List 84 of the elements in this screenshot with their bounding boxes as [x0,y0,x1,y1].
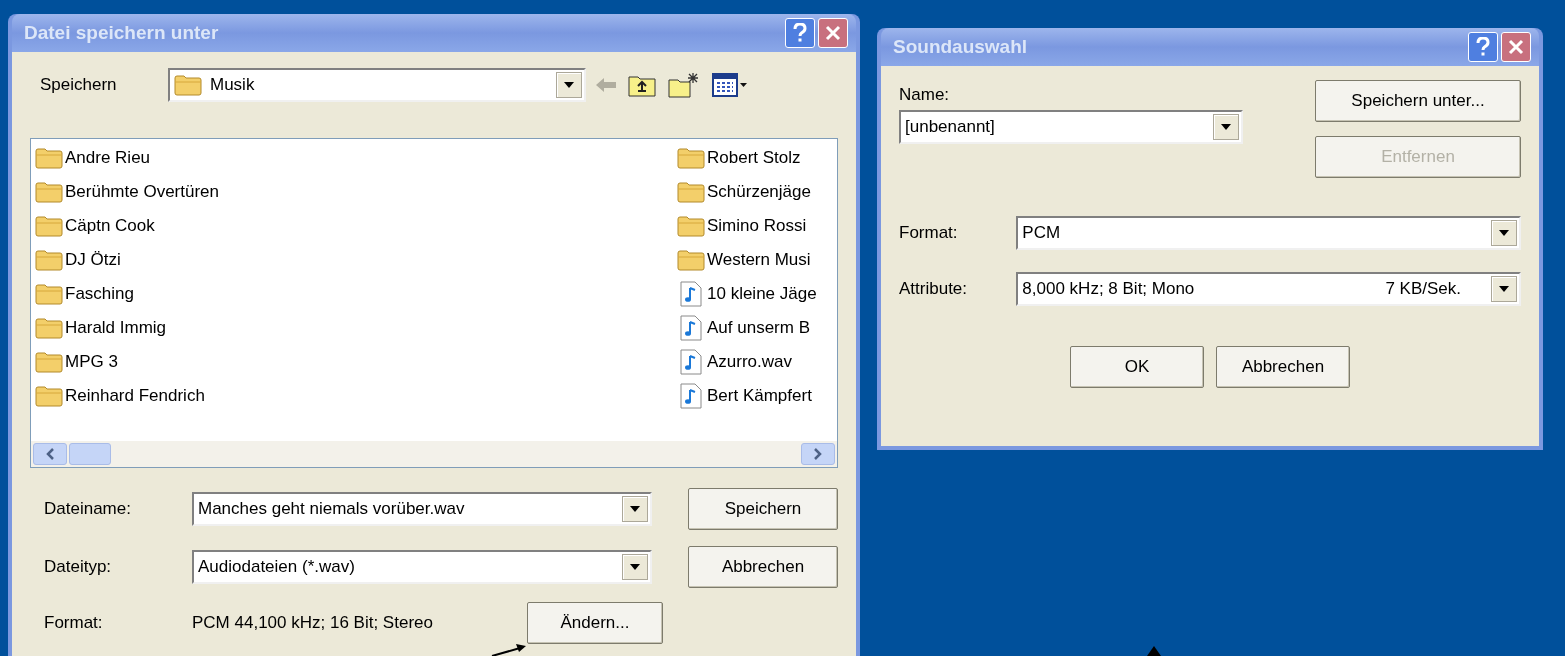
change-button[interactable]: Ändern... [527,602,663,644]
file-item[interactable]: Harald Immig [35,311,219,345]
help-icon [793,23,807,43]
caret-icon [1499,286,1509,292]
folder-icon [174,74,202,96]
field-label: Dateiname: [43,498,132,521]
music-file-icon [680,315,702,341]
help-button[interactable] [1468,32,1498,62]
folder-icon [677,249,705,271]
location-dropdown[interactable]: Musik [168,68,586,102]
folder-icon [35,317,63,339]
window-title: Datei speichern unter [23,20,219,45]
file-item[interactable]: DJ Ötzi [35,243,219,277]
close-button[interactable] [1501,32,1531,62]
close-icon [1508,39,1524,55]
name-dropdown[interactable]: [unbenannt] [899,110,1243,144]
folder-icon [35,385,63,407]
dialog-button[interactable]: Speichern [688,488,838,530]
help-button[interactable] [785,18,815,48]
scroll-thumb[interactable] [69,443,111,465]
side-button[interactable]: Speichern unter... [1315,80,1521,122]
caret-icon [1221,124,1231,130]
rate-value: 7 KB/Sek. [1385,278,1462,301]
field-label: Format: [899,222,959,245]
field-label: Format: [43,612,104,635]
file-item[interactable]: Bert Kämpfert [677,379,837,413]
music-file-icon [680,281,702,307]
dropdown-button[interactable] [622,496,648,522]
field-label: Speichern [39,74,118,97]
file-item[interactable]: Fasching [35,277,219,311]
dialog-button[interactable]: OK [1070,346,1204,388]
music-file-icon [680,349,702,375]
folder-icon [35,249,63,271]
close-button[interactable] [818,18,848,48]
view-menu-icon[interactable] [712,73,748,97]
file-item[interactable]: Berühmte Overtüren [35,175,219,209]
caret-icon [1499,230,1509,236]
dropdown-button[interactable] [1213,114,1239,140]
field-label: Attribute: [899,278,969,301]
arrow-pointer-icon [490,644,526,656]
folder-up-icon[interactable] [628,73,656,97]
field-label: Dateityp: [43,556,113,579]
attribute-dropdown[interactable]: 8,000 kHz; 8 Bit; Mono 7 KB/Sek. [1016,272,1521,306]
folder-icon [35,215,63,237]
folder-icon [677,147,705,169]
file-item[interactable]: MPG 3 [35,345,219,379]
help-icon [1476,37,1490,57]
dropdown-button[interactable] [556,72,582,98]
folder-icon [35,181,63,203]
field-label: Name: [899,84,951,106]
file-item[interactable]: Reinhard Fendrich [35,379,219,413]
filetype-dropdown[interactable]: Audiodateien (*.wav) [192,550,652,584]
dropdown-button[interactable] [1491,220,1517,246]
dialog-button[interactable]: Abbrechen [688,546,838,588]
folder-icon [35,283,63,305]
arrow-pointer-icon [1147,646,1161,656]
file-item[interactable]: Azurro.wav [677,345,837,379]
file-item[interactable]: 10 kleine Jäge [677,277,837,311]
file-item[interactable]: Western Musi [677,243,837,277]
file-item[interactable]: Cäptn Cook [35,209,219,243]
window-title: Soundauswahl [892,34,1028,59]
format-value: PCM 44,100 kHz; 16 Bit; Stereo [192,612,434,635]
scroll-right-button[interactable] [801,443,835,465]
format-dropdown[interactable]: PCM [1016,216,1521,250]
file-item[interactable]: Andre Rieu [35,141,219,175]
caret-icon [564,82,574,88]
dialog-button[interactable]: Abbrechen [1216,346,1350,388]
folder-icon [35,147,63,169]
scroll-left-button[interactable] [33,443,67,465]
file-item[interactable]: Simino Rossi [677,209,837,243]
dropdown-button[interactable] [1491,276,1517,302]
file-item[interactable]: Auf unserm B [677,311,837,345]
caret-icon [630,564,640,570]
new-folder-icon[interactable] [668,72,700,98]
file-item[interactable]: Robert Stolz [677,141,837,175]
close-icon [825,25,841,41]
folder-icon [677,215,705,237]
music-file-icon [680,383,702,409]
file-item[interactable]: Schürzenjäge [677,175,837,209]
filename-field[interactable]: Manches geht niemals vorüber.wav [192,492,652,526]
caret-icon [630,506,640,512]
folder-icon [677,181,705,203]
dropdown-button[interactable] [622,554,648,580]
folder-icon [35,351,63,373]
